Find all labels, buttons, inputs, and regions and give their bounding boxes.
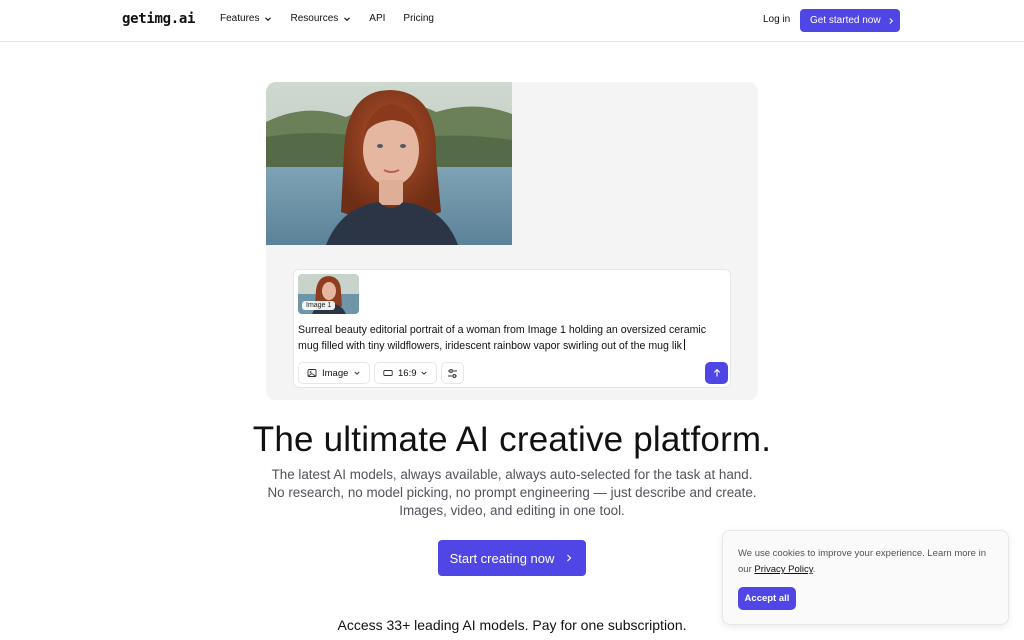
- aspect-ratio-icon: [383, 370, 393, 376]
- settings-button[interactable]: [441, 362, 464, 384]
- site-header: getimg.ai Features Resources API Pricing…: [0, 0, 1024, 42]
- send-button[interactable]: [705, 362, 728, 384]
- thumbnail-label: Image 1: [302, 301, 336, 310]
- hero-demo-card: Image 1 Surreal beauty editorial portrai…: [266, 82, 758, 400]
- start-creating-label: Start creating now: [449, 550, 555, 566]
- image-icon: [307, 369, 317, 377]
- portrait-image: [266, 82, 512, 245]
- page-subtext: The latest AI models, always available, …: [267, 467, 757, 518]
- accept-all-button[interactable]: Accept all: [738, 587, 796, 610]
- prompt-input[interactable]: Surreal beauty editorial portrait of a w…: [298, 322, 726, 354]
- reference-image-thumbnail[interactable]: Image 1: [298, 274, 359, 314]
- mode-select-value: Image: [322, 367, 349, 379]
- aspect-ratio-select[interactable]: 16:9: [374, 362, 437, 384]
- prompt-text: Surreal beauty editorial portrait of a w…: [298, 324, 707, 352]
- nav-features-label: Features: [220, 13, 260, 24]
- get-started-label: Get started now: [810, 15, 881, 26]
- aspect-ratio-value: 16:9: [398, 367, 417, 379]
- page-headline: The ultimate AI creative platform.: [252, 420, 772, 459]
- sliders-icon: [448, 368, 457, 378]
- cookie-text: We use cookies to improve your experienc…: [738, 546, 1000, 578]
- prompt-box: Image 1 Surreal beauty editorial portrai…: [293, 269, 731, 388]
- nav-features[interactable]: Features: [220, 13, 272, 24]
- chevron-down-icon: [344, 16, 351, 21]
- chevron-down-icon: [265, 16, 272, 21]
- logo[interactable]: getimg.ai: [122, 11, 195, 27]
- cookie-suffix: .: [812, 564, 816, 575]
- get-started-button[interactable]: Get started now: [800, 9, 900, 32]
- nav-resources-label: Resources: [290, 13, 339, 24]
- nav-resources[interactable]: Resources: [290, 13, 351, 24]
- chevron-down-icon: [421, 371, 427, 375]
- nav-pricing-label: Pricing: [403, 13, 434, 24]
- chevron-right-icon: [567, 554, 572, 562]
- main-nav: Features Resources API Pricing: [220, 13, 452, 24]
- nav-api-label: API: [369, 13, 386, 24]
- cookie-banner: We use cookies to improve your experienc…: [722, 530, 1009, 625]
- login-link[interactable]: Log in: [763, 14, 790, 25]
- privacy-policy-link[interactable]: Privacy Policy: [754, 564, 812, 575]
- chevron-right-icon: [889, 17, 893, 24]
- arrow-up-icon: [713, 368, 720, 377]
- chevron-down-icon: [354, 371, 360, 375]
- nav-api[interactable]: API: [369, 13, 385, 24]
- mode-select[interactable]: Image: [298, 362, 370, 384]
- start-creating-button[interactable]: Start creating now: [438, 540, 586, 576]
- nav-pricing[interactable]: Pricing: [403, 13, 434, 24]
- text-caret: [683, 339, 685, 350]
